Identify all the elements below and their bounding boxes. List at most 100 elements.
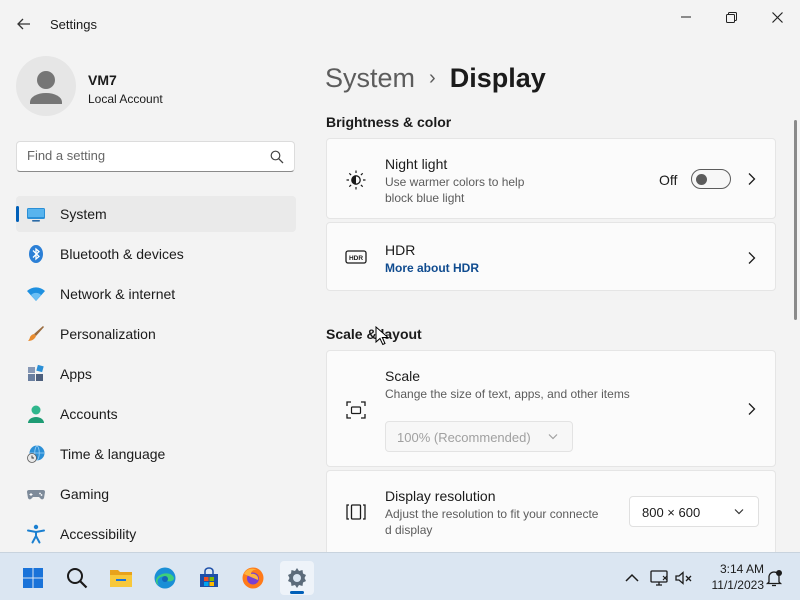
- person-icon: [30, 71, 62, 104]
- arrow-left-icon: [17, 18, 30, 30]
- sidebar-item-label: Personalization: [60, 326, 156, 342]
- chevron-up-icon[interactable]: [622, 568, 642, 588]
- section-heading-scale-layout: Scale & layout: [326, 326, 422, 342]
- sidebar-item-label: Time & language: [60, 446, 166, 462]
- night-light-title: Night light: [385, 156, 448, 172]
- store-button[interactable]: [192, 561, 226, 595]
- sidebar-item-network[interactable]: Network & internet: [16, 276, 296, 312]
- resolution-value: 800 × 600: [642, 505, 701, 520]
- sidebar-item-personalization[interactable]: Personalization: [16, 316, 296, 352]
- hdr-title: HDR: [385, 242, 416, 258]
- scale-desc: Change the size of text, apps, and other…: [385, 387, 630, 401]
- more-about-hdr-link[interactable]: More about HDR: [385, 261, 479, 275]
- breadcrumb-parent[interactable]: System: [325, 63, 415, 94]
- night-light-toggle[interactable]: [691, 169, 731, 189]
- gamepad-icon: [27, 490, 45, 500]
- chevron-right-icon[interactable]: [747, 251, 757, 265]
- accessibility-icon: [27, 524, 45, 544]
- settings-icon: [288, 568, 306, 588]
- scale-dropdown[interactable]: 100% (Recommended): [385, 421, 573, 452]
- scale-value: 100% (Recommended): [397, 430, 531, 445]
- search-icon: [270, 150, 284, 164]
- search-input[interactable]: [27, 148, 257, 163]
- night-light-icon: [346, 170, 366, 190]
- close-icon: [771, 11, 783, 23]
- sidebar-item-system[interactable]: System: [16, 196, 296, 232]
- hdr-icon: HDR: [345, 250, 367, 264]
- page-title: Display: [449, 62, 546, 93]
- system-icon: [27, 208, 45, 222]
- clock-time: 3:14 AM: [719, 562, 764, 576]
- night-light-card[interactable]: Night light Use warmer colors to help bl…: [326, 138, 776, 219]
- avatar: [16, 56, 76, 116]
- svg-text:HDR: HDR: [349, 255, 363, 262]
- firefox-icon: [242, 567, 264, 589]
- chevron-right-icon[interactable]: [747, 172, 757, 186]
- taskbar-search-button[interactable]: [60, 561, 94, 595]
- sidebar-item-label: Apps: [60, 366, 92, 382]
- sidebar-item-label: Network & internet: [60, 286, 176, 302]
- minimize-icon: [681, 16, 691, 18]
- restore-button[interactable]: [714, 6, 748, 28]
- section-heading-brightness: Brightness & color: [326, 114, 452, 130]
- night-light-desc-line-2: block blue light: [385, 191, 465, 205]
- resolution-desc-line-1: Adjust the resolution to fit your connec…: [385, 507, 599, 521]
- settings-search[interactable]: [16, 141, 295, 172]
- speaker-muted-icon[interactable]: [674, 568, 694, 588]
- sidebar-item-label: Accessibility: [60, 526, 137, 542]
- night-light-state: Off: [659, 172, 678, 188]
- sidebar-item-time-language[interactable]: Time & language: [16, 436, 296, 472]
- minimize-button[interactable]: [669, 6, 703, 28]
- scrollbar[interactable]: [794, 120, 797, 320]
- edge-icon: [154, 567, 176, 589]
- globe-clock-icon: [27, 445, 45, 463]
- breadcrumb: System › Display: [325, 58, 546, 98]
- restore-icon: [725, 11, 737, 23]
- search-icon: [67, 568, 88, 589]
- toggle-knob: [696, 174, 707, 185]
- resolution-dropdown[interactable]: 800 × 600: [629, 496, 759, 527]
- firefox-button[interactable]: [236, 561, 270, 595]
- sidebar-nav: System Bluetooth & devices Network & int…: [16, 196, 296, 556]
- scale-card[interactable]: Scale Change the size of text, apps, and…: [326, 350, 776, 467]
- mouse-cursor-icon: [375, 326, 389, 346]
- brush-icon: [28, 326, 44, 341]
- close-button[interactable]: [760, 6, 794, 28]
- sidebar-item-accessibility[interactable]: Accessibility: [16, 516, 296, 552]
- scale-title: Scale: [385, 368, 421, 384]
- chevron-right-icon[interactable]: [747, 402, 757, 416]
- sidebar-item-label: Gaming: [60, 486, 110, 502]
- user-profile[interactable]: VM7 Local Account: [16, 56, 296, 118]
- breadcrumb-separator: ›: [429, 66, 436, 89]
- chevron-down-icon: [548, 434, 558, 440]
- title-bar: Settings: [0, 0, 800, 48]
- file-explorer-button[interactable]: [104, 561, 138, 595]
- start-button[interactable]: [16, 561, 50, 595]
- clock-date: 11/1/2023: [711, 578, 765, 592]
- account-type: Local Account: [88, 92, 163, 106]
- sidebar-item-apps[interactable]: Apps: [16, 356, 296, 392]
- file-explorer-icon: [110, 570, 132, 587]
- sidebar-item-label: Bluetooth & devices: [60, 246, 184, 262]
- sidebar-item-gaming[interactable]: Gaming: [16, 476, 296, 512]
- taskbar: 3:14 AM 11/1/2023: [0, 552, 800, 600]
- apps-icon: [28, 364, 44, 381]
- sidebar-item-label: System: [60, 206, 107, 222]
- person-icon: [28, 405, 44, 423]
- notification-icon[interactable]: [764, 568, 784, 588]
- resolution-desc-line-2: d display: [385, 523, 433, 537]
- bluetooth-icon: [29, 245, 43, 263]
- display-resolution-card: Display resolution Adjust the resolution…: [326, 470, 776, 552]
- edge-button[interactable]: [148, 561, 182, 595]
- resolution-title: Display resolution: [385, 488, 496, 504]
- back-button[interactable]: [12, 12, 36, 36]
- sidebar-item-bluetooth[interactable]: Bluetooth & devices: [16, 236, 296, 272]
- settings-taskbar-button[interactable]: [280, 561, 314, 595]
- hdr-card[interactable]: HDR HDR More about HDR: [326, 222, 776, 291]
- clock[interactable]: 3:14 AM 11/1/2023: [700, 561, 765, 593]
- network-icon[interactable]: [649, 568, 669, 588]
- sidebar-item-accounts[interactable]: Accounts: [16, 396, 296, 432]
- scale-icon: [346, 401, 366, 419]
- user-name: VM7: [88, 72, 117, 88]
- app-title: Settings: [50, 17, 97, 32]
